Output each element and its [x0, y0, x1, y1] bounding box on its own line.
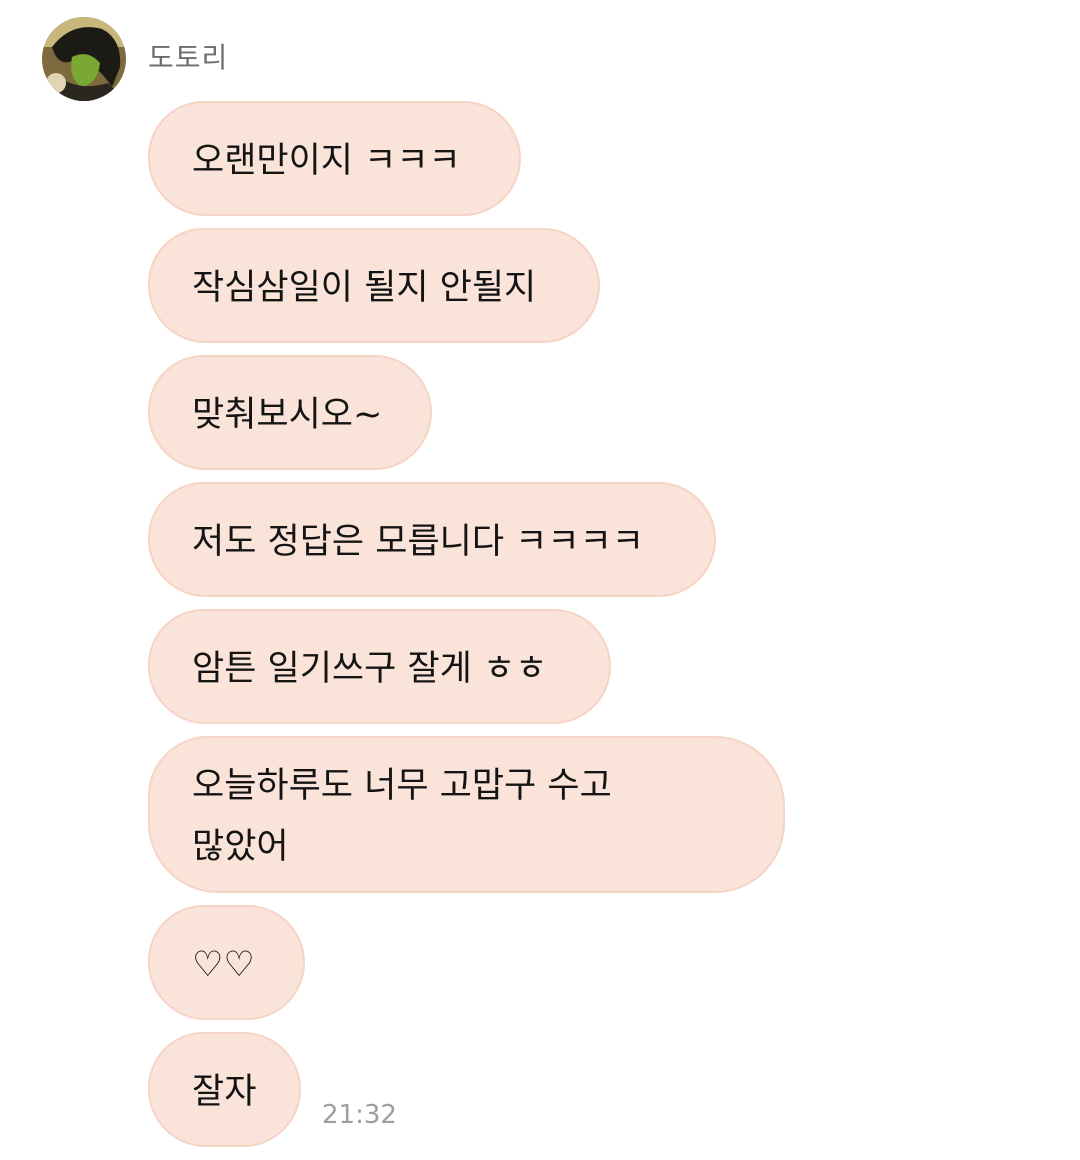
message-bubble[interactable]: 잘자	[148, 1032, 301, 1147]
message-timestamp: 21:32	[322, 1100, 397, 1130]
message-text: 작심삼일이 될지 안될지	[192, 268, 537, 308]
sender-avatar[interactable]	[42, 17, 126, 101]
message-text: 암튼 일기쓰구 잘게 ㅎㅎ	[192, 649, 548, 689]
message-bubble[interactable]: 맞춰보시오~	[148, 355, 432, 470]
message-bubble[interactable]: 오랜만이지 ㅋㅋㅋ	[148, 101, 521, 216]
message-text: ♡♡	[192, 945, 255, 985]
message-bubble[interactable]: 오늘하루도 너무 고맙구 수고 많았어	[148, 736, 785, 893]
message-text: 잘자	[192, 1072, 257, 1112]
message-text: 오랜만이지 ㅋㅋㅋ	[192, 141, 461, 181]
sender-name: 도토리	[148, 41, 229, 74]
message-text: 저도 정답은 모릅니다 ㅋㅋㅋㅋ	[192, 522, 644, 562]
message-bubble[interactable]: 작심삼일이 될지 안될지	[148, 228, 600, 343]
message-bubble[interactable]: ♡♡	[148, 905, 305, 1020]
message-text: 맞춰보시오~	[192, 395, 383, 435]
message-text-line: 많았어	[192, 827, 289, 867]
message-bubble[interactable]: 저도 정답은 모릅니다 ㅋㅋㅋㅋ	[148, 482, 716, 597]
profile-photo-icon	[42, 17, 126, 101]
message-bubble[interactable]: 암튼 일기쓰구 잘게 ㅎㅎ	[148, 609, 611, 724]
message-text-line: 오늘하루도 너무 고맙구 수고	[192, 766, 612, 806]
